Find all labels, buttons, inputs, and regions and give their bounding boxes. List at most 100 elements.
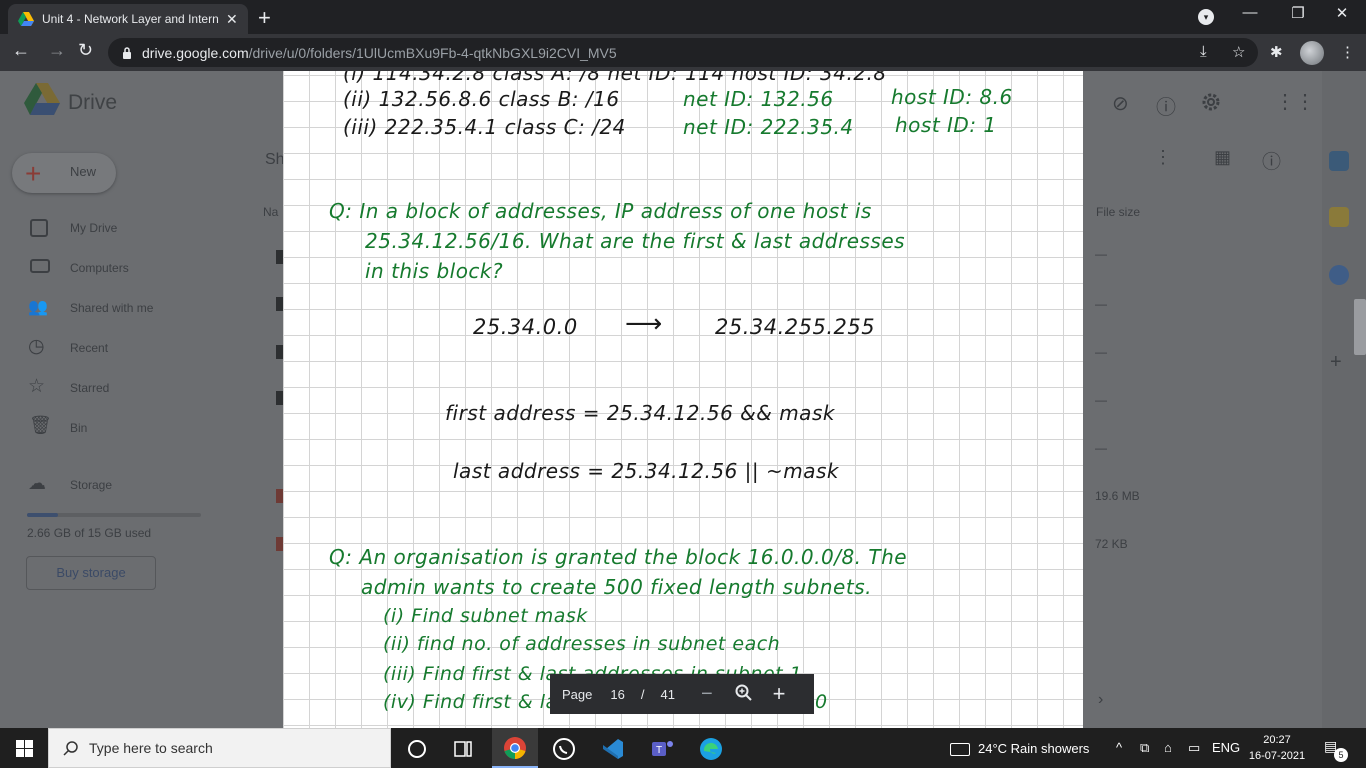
page-label: Page	[562, 686, 593, 702]
close-window-icon[interactable]: ✕	[1322, 4, 1362, 22]
teams-icon[interactable]: T	[649, 736, 675, 762]
file-size: —	[1095, 345, 1107, 359]
extensions-icon[interactable]: ✱	[1270, 43, 1283, 61]
network-icon[interactable]: ⌂	[1164, 740, 1172, 755]
gear-icon[interactable]	[1200, 91, 1222, 113]
storage-used: 2.66 GB of 15 GB used	[27, 526, 152, 540]
tasks-icon[interactable]	[1329, 265, 1349, 285]
file-size: —	[1095, 393, 1107, 407]
clock[interactable]: 20:27 16-07-2021	[1242, 732, 1312, 764]
sidebar-item-starred[interactable]: Starred	[70, 381, 109, 395]
question-1-line: 25.34.12.56/16. What are the first & las…	[365, 229, 906, 253]
browser-tab[interactable]: Unit 4 - Network Layer and Intern ✕	[8, 4, 248, 34]
reload-icon[interactable]: ↻	[78, 40, 93, 61]
new-label: New	[70, 164, 97, 179]
battery-icon[interactable]: ▭	[1188, 740, 1200, 756]
cortana-icon[interactable]	[404, 736, 430, 762]
zoom-in-button[interactable]: +	[773, 681, 786, 707]
restore-icon[interactable]: ❐	[1278, 4, 1318, 22]
taskbar-search[interactable]: Type here to search	[48, 728, 391, 768]
address-bar[interactable]: drive.google.com/drive/u/0/folders/1UlUc…	[108, 38, 1258, 67]
computer-icon	[30, 259, 50, 273]
offline-check-icon[interactable]: ⊘	[1112, 91, 1129, 116]
browser-tab-strip: Unit 4 - Network Layer and Intern ✕ + ▾ …	[0, 0, 1366, 34]
back-icon[interactable]: ←	[12, 40, 30, 61]
search-placeholder: Type here to search	[89, 740, 213, 756]
chrome-taskbar-button[interactable]	[492, 728, 538, 768]
profile-avatar[interactable]	[1300, 41, 1324, 65]
column-file-size-header: File size	[1096, 205, 1141, 219]
sidebar-item-my-drive[interactable]: My Drive	[70, 221, 117, 235]
new-tab-icon[interactable]: +	[258, 5, 271, 31]
star-icon: ☆	[28, 376, 46, 397]
page-separator: /	[640, 686, 645, 702]
browser-toolbar: ← → ↻ drive.google.com/drive/u/0/folders…	[0, 34, 1366, 71]
question-2-line: (ii) find no. of addresses in subnet eac…	[383, 633, 781, 655]
clock-time: 20:27	[1263, 734, 1291, 746]
page-controls: Page 16 / 41 − +	[550, 674, 814, 714]
range-first: 25.34.0.0	[473, 315, 578, 339]
keep-icon[interactable]	[1329, 207, 1349, 227]
question-2-line: (i) Find subnet mask	[383, 605, 588, 627]
search-icon	[63, 741, 78, 756]
grid-view-icon[interactable]: ▦	[1214, 147, 1231, 168]
url-text: drive.google.com/drive/u/0/folders/1UlUc…	[142, 44, 617, 61]
sidebar-item-computers[interactable]: Computers	[70, 261, 129, 275]
bin-icon: 🗑	[29, 415, 52, 435]
chevron-right-icon[interactable]: ›	[1098, 691, 1103, 709]
question-1-line: Q: In a block of addresses, IP address o…	[329, 199, 872, 223]
add-addon-icon[interactable]: +	[1330, 351, 1342, 374]
file-size: 72 KB	[1095, 537, 1128, 551]
bookmark-star-icon[interactable]: ☆	[1232, 43, 1245, 61]
windows-start-icon[interactable]	[16, 740, 33, 757]
file-size: —	[1095, 441, 1107, 455]
minimize-icon[interactable]: —	[1230, 4, 1270, 21]
vscode-icon[interactable]	[600, 736, 626, 762]
chevron-down-icon[interactable]: ▾	[1198, 9, 1214, 25]
language-indicator[interactable]: ENG	[1212, 740, 1240, 755]
clock-icon: ◷	[28, 336, 45, 357]
note-line: host ID: 8.6	[891, 85, 1013, 109]
chrome-icon	[504, 737, 526, 759]
note-line: (i) 114.34.2.8 class A: /8 net ID: 114 h…	[343, 71, 887, 85]
buy-storage-button[interactable]: Buy storage	[26, 556, 156, 590]
calendar-icon[interactable]	[1329, 151, 1349, 171]
zoom-icon[interactable]	[735, 684, 753, 705]
lock-icon	[123, 46, 131, 59]
shared-heading: Sh	[265, 151, 285, 168]
current-page[interactable]: 16	[610, 687, 624, 702]
file-size: 19.6 MB	[1095, 489, 1140, 503]
note-line: net ID: 132.56	[683, 87, 834, 111]
total-pages: 41	[660, 686, 675, 702]
drive-logo-icon	[24, 83, 60, 115]
whatsapp-icon[interactable]	[551, 736, 577, 762]
question-1-line: in this block?	[365, 259, 504, 283]
sidebar-item-recent[interactable]: Recent	[70, 341, 108, 355]
column-name-header: Na	[263, 205, 279, 219]
info-icon[interactable]: ⓘ	[1262, 147, 1281, 174]
forward-icon[interactable]: →	[48, 40, 66, 61]
meet-now-icon[interactable]: ⧉	[1140, 740, 1149, 756]
cloud-icon: ☁	[28, 473, 46, 493]
sidebar-item-shared[interactable]: Shared with me	[70, 301, 153, 315]
scrollbar[interactable]	[1354, 299, 1366, 355]
install-app-icon[interactable]: ⤓	[1200, 43, 1207, 60]
chevron-up-icon[interactable]: ^	[1116, 740, 1122, 755]
weather-widget[interactable]: 24°C Rain showers	[950, 741, 1089, 757]
storage-bar-fill	[27, 513, 58, 517]
pdf-page: (i) 114.34.2.8 class A: /8 net ID: 114 h…	[283, 71, 1083, 728]
browser-menu-icon[interactable]: ⋮	[1340, 43, 1355, 61]
more-options-icon[interactable]: ⋮	[1154, 147, 1172, 168]
zoom-out-button[interactable]: −	[701, 683, 713, 706]
my-drive-icon	[30, 219, 48, 237]
google-drive-icon	[18, 12, 34, 26]
sidebar-item-bin[interactable]: Bin	[70, 421, 87, 435]
tab-close-icon[interactable]: ✕	[226, 11, 238, 28]
weather-icon	[950, 743, 970, 757]
plus-icon: +	[25, 158, 42, 189]
task-view-icon[interactable]	[450, 736, 476, 762]
help-icon[interactable]: ⓘ	[1156, 91, 1176, 120]
edge-icon[interactable]	[698, 736, 724, 762]
drive-title: Drive	[68, 91, 118, 114]
note-line: host ID: 1	[895, 113, 997, 137]
